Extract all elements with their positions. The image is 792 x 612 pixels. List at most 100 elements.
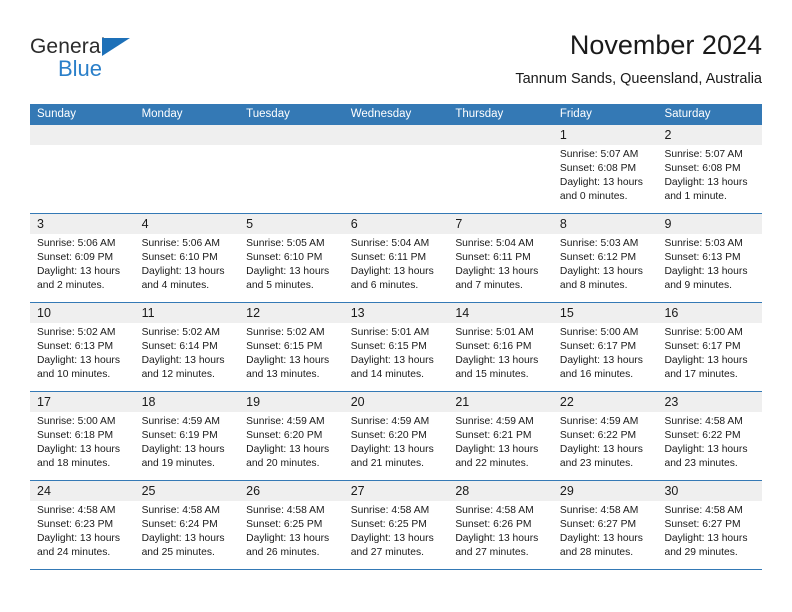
daylight-text-line2: and 2 minutes. [37, 280, 105, 291]
day-cell[interactable]: Sunrise: 4:59 AM Sunset: 6:21 PM Dayligh… [448, 412, 553, 480]
day-number[interactable]: 8 [553, 214, 658, 234]
sunset-text: Sunset: 6:27 PM [559, 519, 637, 530]
day-number[interactable]: 16 [657, 303, 762, 323]
day-cell[interactable]: Sunrise: 4:59 AM Sunset: 6:19 PM Dayligh… [135, 412, 240, 480]
day-number[interactable]: 29 [553, 481, 658, 501]
day-cell[interactable] [239, 145, 344, 213]
day-cell[interactable]: Sunrise: 5:06 AM Sunset: 6:09 PM Dayligh… [30, 234, 135, 302]
sunrise-text: Sunrise: 5:04 AM [455, 238, 534, 249]
day-number[interactable]: 6 [344, 214, 449, 234]
day-number[interactable]: 2 [657, 125, 762, 145]
sunset-text: Sunset: 6:20 PM [246, 430, 323, 441]
day-cell[interactable]: Sunrise: 5:00 AM Sunset: 6:17 PM Dayligh… [553, 323, 658, 391]
day-cell[interactable]: Sunrise: 4:58 AM Sunset: 6:23 PM Dayligh… [30, 501, 135, 569]
day-number[interactable]: 5 [239, 214, 344, 234]
day-number[interactable] [135, 125, 240, 145]
day-number[interactable] [239, 125, 344, 145]
day-number[interactable]: 11 [135, 303, 240, 323]
weekday-header-friday: Friday [559, 108, 592, 120]
sunset-text: Sunset: 6:22 PM [664, 430, 741, 441]
day-cell[interactable]: Sunrise: 5:02 AM Sunset: 6:13 PM Dayligh… [30, 323, 135, 391]
day-cell[interactable]: Sunrise: 5:01 AM Sunset: 6:15 PM Dayligh… [344, 323, 449, 391]
sunset-text: Sunset: 6:11 PM [350, 252, 427, 263]
sunrise-text: Sunrise: 5:04 AM [350, 238, 430, 249]
sunrise-text: Sunrise: 5:07 AM [559, 149, 639, 160]
sunset-text: Sunset: 6:13 PM [37, 341, 114, 352]
day-number[interactable]: 27 [344, 481, 449, 501]
day-number[interactable]: 18 [135, 392, 240, 412]
day-number[interactable]: 10 [30, 303, 135, 323]
day-cell[interactable] [448, 145, 553, 213]
day-number[interactable]: 4 [135, 214, 240, 234]
weekday-header-thursday: Thursday [455, 108, 504, 120]
day-cell[interactable]: Sunrise: 5:00 AM Sunset: 6:18 PM Dayligh… [30, 412, 135, 480]
daylight-text-line2: and 26 minutes. [246, 547, 320, 558]
day-number[interactable]: 14 [448, 303, 553, 323]
week-daynumber-band: 17 18 19 20 21 22 23 [30, 392, 762, 412]
day-number[interactable]: 20 [344, 392, 449, 412]
day-cell[interactable] [30, 145, 135, 213]
day-cell[interactable]: Sunrise: 5:03 AM Sunset: 6:13 PM Dayligh… [657, 234, 762, 302]
day-cell[interactable]: Sunrise: 4:58 AM Sunset: 6:27 PM Dayligh… [553, 501, 658, 569]
day-number[interactable]: 25 [135, 481, 240, 501]
day-number[interactable] [30, 125, 135, 145]
day-cell[interactable]: Sunrise: 5:07 AM Sunset: 6:08 PM Dayligh… [553, 145, 658, 213]
day-cell[interactable]: Sunrise: 5:00 AM Sunset: 6:17 PM Dayligh… [657, 323, 762, 391]
sunset-text: Sunset: 6:22 PM [559, 430, 637, 441]
day-cell[interactable]: Sunrise: 4:58 AM Sunset: 6:27 PM Dayligh… [657, 501, 762, 569]
week-row: 17 18 19 20 21 22 23 Sunrise: 5:00 AM Su… [30, 392, 762, 481]
sunrise-text: Sunrise: 4:58 AM [664, 416, 743, 427]
day-number[interactable]: 13 [344, 303, 449, 323]
day-cell[interactable]: Sunrise: 4:58 AM Sunset: 6:25 PM Dayligh… [239, 501, 344, 569]
daylight-text-line2: and 19 minutes. [141, 458, 215, 469]
brand-logo[interactable]: General Blue [30, 34, 160, 84]
daylight-text-line2: and 23 minutes. [559, 458, 634, 469]
day-cell[interactable]: Sunrise: 4:59 AM Sunset: 6:20 PM Dayligh… [239, 412, 344, 480]
day-number[interactable] [344, 125, 449, 145]
day-cell[interactable]: Sunrise: 5:06 AM Sunset: 6:10 PM Dayligh… [135, 234, 240, 302]
day-number[interactable]: 19 [239, 392, 344, 412]
day-cell[interactable]: Sunrise: 5:02 AM Sunset: 6:14 PM Dayligh… [135, 323, 240, 391]
day-cell[interactable]: Sunrise: 4:58 AM Sunset: 6:22 PM Dayligh… [657, 412, 762, 480]
day-cell[interactable]: Sunrise: 4:59 AM Sunset: 6:20 PM Dayligh… [344, 412, 449, 480]
daylight-text-line1: Daylight: 13 hours [664, 533, 748, 544]
day-number[interactable]: 22 [553, 392, 658, 412]
day-number[interactable]: 21 [448, 392, 553, 412]
daylight-text-line1: Daylight: 13 hours [559, 266, 643, 277]
day-number[interactable]: 15 [553, 303, 658, 323]
day-number[interactable]: 7 [448, 214, 553, 234]
day-cell[interactable]: Sunrise: 4:58 AM Sunset: 6:24 PM Dayligh… [135, 501, 240, 569]
day-number[interactable]: 23 [657, 392, 762, 412]
day-cell[interactable]: Sunrise: 4:59 AM Sunset: 6:22 PM Dayligh… [553, 412, 658, 480]
day-cell[interactable]: Sunrise: 4:58 AM Sunset: 6:25 PM Dayligh… [344, 501, 449, 569]
daylight-text-line1: Daylight: 13 hours [37, 444, 120, 455]
day-cell[interactable]: Sunrise: 5:07 AM Sunset: 6:08 PM Dayligh… [657, 145, 762, 213]
day-cell[interactable] [344, 145, 449, 213]
day-number[interactable]: 30 [657, 481, 762, 501]
day-number[interactable]: 26 [239, 481, 344, 501]
day-number[interactable]: 24 [30, 481, 135, 501]
daylight-text-line1: Daylight: 13 hours [664, 266, 748, 277]
day-number[interactable]: 1 [553, 125, 658, 145]
sunrise-text: Sunrise: 5:06 AM [37, 238, 116, 249]
day-number[interactable]: 9 [657, 214, 762, 234]
daylight-text-line1: Daylight: 13 hours [246, 355, 330, 366]
week-detail-band: Sunrise: 5:02 AM Sunset: 6:13 PM Dayligh… [30, 323, 762, 391]
day-number[interactable]: 12 [239, 303, 344, 323]
daylight-text-line2: and 5 minutes. [246, 280, 314, 291]
day-cell[interactable]: Sunrise: 4:58 AM Sunset: 6:26 PM Dayligh… [448, 501, 553, 569]
day-cell[interactable]: Sunrise: 5:03 AM Sunset: 6:12 PM Dayligh… [553, 234, 658, 302]
day-number[interactable]: 28 [448, 481, 553, 501]
day-cell[interactable]: Sunrise: 5:05 AM Sunset: 6:10 PM Dayligh… [239, 234, 344, 302]
day-number[interactable] [448, 125, 553, 145]
day-number[interactable]: 17 [30, 392, 135, 412]
daylight-text-line1: Daylight: 13 hours [455, 355, 539, 366]
day-cell[interactable]: Sunrise: 5:01 AM Sunset: 6:16 PM Dayligh… [448, 323, 553, 391]
day-cell[interactable]: Sunrise: 5:04 AM Sunset: 6:11 PM Dayligh… [344, 234, 449, 302]
day-cell[interactable] [135, 145, 240, 213]
week-detail-band: Sunrise: 5:06 AM Sunset: 6:09 PM Dayligh… [30, 234, 762, 302]
daylight-text-line1: Daylight: 13 hours [350, 355, 434, 366]
day-number[interactable]: 3 [30, 214, 135, 234]
day-cell[interactable]: Sunrise: 5:04 AM Sunset: 6:11 PM Dayligh… [448, 234, 553, 302]
day-cell[interactable]: Sunrise: 5:02 AM Sunset: 6:15 PM Dayligh… [239, 323, 344, 391]
